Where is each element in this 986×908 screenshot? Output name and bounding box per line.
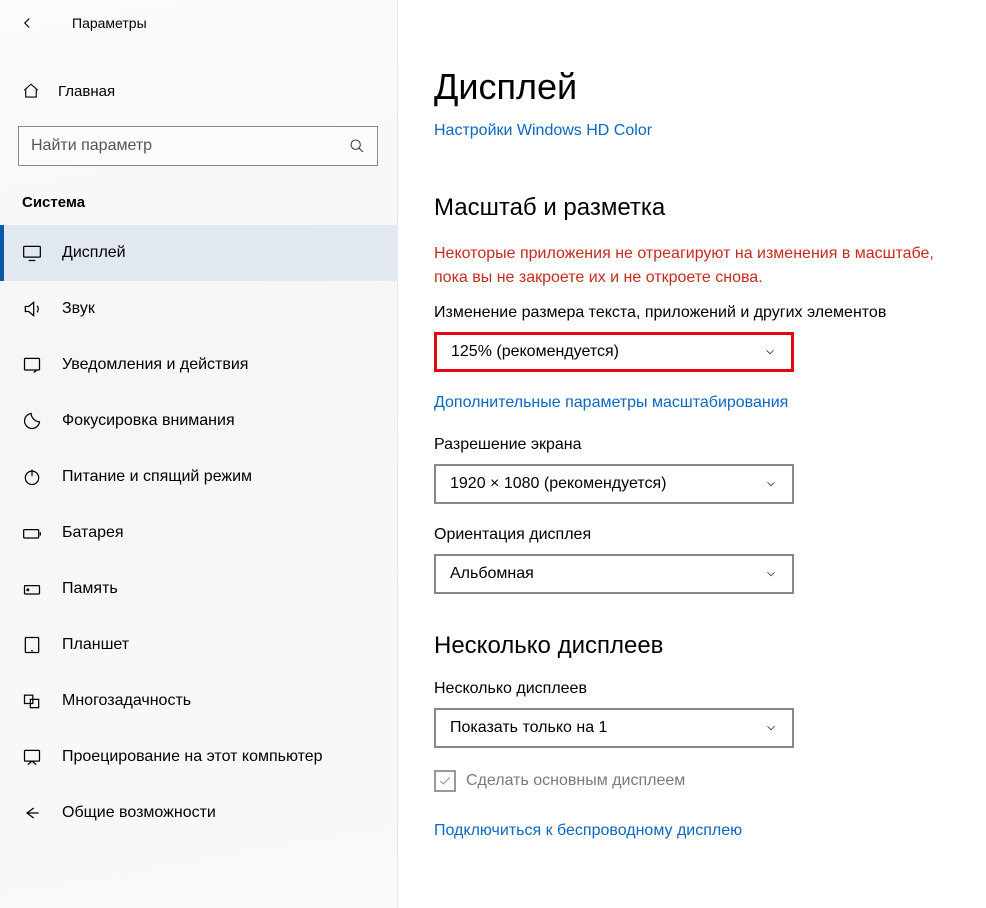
- sidebar: Параметры Главная Система Дисплей Звук У…: [0, 0, 398, 908]
- arrow-left-icon: [18, 14, 36, 32]
- search-wrap: [18, 126, 379, 166]
- advanced-scaling-link[interactable]: Дополнительные параметры масштабирования: [434, 394, 960, 412]
- main-content: Дисплей Настройки Windows HD Color Масшт…: [398, 0, 986, 908]
- sidebar-item-label: Батарея: [62, 524, 124, 542]
- primary-display-label: Сделать основным дисплеем: [466, 772, 685, 790]
- nav-list: Дисплей Звук Уведомления и действия Фоку…: [0, 225, 397, 841]
- sidebar-item-display[interactable]: Дисплей: [0, 225, 397, 281]
- primary-display-checkbox[interactable]: [434, 770, 456, 792]
- orientation-label: Ориентация дисплея: [434, 526, 960, 544]
- multi-displays-label: Несколько дисплеев: [434, 680, 960, 698]
- tablet-icon: [22, 635, 42, 655]
- scale-warning: Некоторые приложения не отреагируют на и…: [434, 242, 960, 290]
- sidebar-item-label: Уведомления и действия: [62, 356, 248, 374]
- wireless-display-link[interactable]: Подключиться к беспроводному дисплею: [434, 822, 960, 840]
- multi-displays-dropdown[interactable]: Показать только на 1: [434, 708, 794, 748]
- sidebar-item-label: Планшет: [62, 636, 129, 654]
- display-icon: [22, 243, 42, 263]
- sidebar-item-notifications[interactable]: Уведомления и действия: [0, 337, 397, 393]
- sidebar-item-label: Общие возможности: [62, 804, 216, 822]
- home-icon: [22, 82, 42, 100]
- storage-icon: [22, 579, 42, 599]
- projecting-icon: [22, 747, 42, 767]
- sidebar-item-tablet[interactable]: Планшет: [0, 617, 397, 673]
- chevron-down-icon: [763, 345, 777, 359]
- page-title: Дисплей: [434, 66, 960, 108]
- sidebar-item-power[interactable]: Питание и спящий режим: [0, 449, 397, 505]
- sidebar-item-projecting[interactable]: Проецирование на этот компьютер: [0, 729, 397, 785]
- sidebar-item-battery[interactable]: Батарея: [0, 505, 397, 561]
- back-button[interactable]: [16, 12, 38, 34]
- sidebar-item-label: Фокусировка внимания: [62, 412, 235, 430]
- resolution-label: Разрешение экрана: [434, 436, 960, 454]
- hd-color-link[interactable]: Настройки Windows HD Color: [434, 122, 960, 140]
- scale-dropdown[interactable]: 125% (рекомендуется): [434, 332, 794, 372]
- scale-section-heading: Масштаб и разметка: [434, 194, 960, 222]
- section-title: Система: [22, 194, 397, 211]
- chevron-down-icon: [764, 567, 778, 581]
- notifications-icon: [22, 355, 42, 375]
- sidebar-item-focus[interactable]: Фокусировка внимания: [0, 393, 397, 449]
- focus-icon: [22, 411, 42, 431]
- resolution-value: 1920 × 1080 (рекомендуется): [450, 475, 666, 493]
- sidebar-item-label: Питание и спящий режим: [62, 468, 252, 486]
- battery-icon: [22, 523, 42, 543]
- scale-value: 125% (рекомендуется): [451, 343, 619, 361]
- sidebar-item-label: Память: [62, 580, 118, 598]
- scale-label: Изменение размера текста, приложений и д…: [434, 304, 960, 322]
- multitasking-icon: [22, 691, 42, 711]
- home-label: Главная: [58, 83, 115, 100]
- search-box[interactable]: [18, 126, 378, 166]
- check-icon: [438, 774, 452, 788]
- orientation-value: Альбомная: [450, 565, 534, 583]
- window-title: Параметры: [72, 15, 147, 31]
- sidebar-item-label: Многозадачность: [62, 692, 191, 710]
- sound-icon: [22, 299, 42, 319]
- orientation-dropdown[interactable]: Альбомная: [434, 554, 794, 594]
- sidebar-item-label: Дисплей: [62, 244, 126, 262]
- chevron-down-icon: [764, 477, 778, 491]
- multi-displays-value: Показать только на 1: [450, 719, 607, 737]
- sidebar-item-sound[interactable]: Звук: [0, 281, 397, 337]
- header: Параметры: [0, 0, 397, 44]
- resolution-dropdown[interactable]: 1920 × 1080 (рекомендуется): [434, 464, 794, 504]
- sidebar-item-multitasking[interactable]: Многозадачность: [0, 673, 397, 729]
- sidebar-item-label: Проецирование на этот компьютер: [62, 748, 323, 766]
- search-input[interactable]: [31, 137, 349, 155]
- sidebar-item-shared[interactable]: Общие возможности: [0, 785, 397, 841]
- shared-icon: [22, 803, 42, 823]
- power-icon: [22, 467, 42, 487]
- sidebar-item-label: Звук: [62, 300, 95, 318]
- sidebar-item-storage[interactable]: Память: [0, 561, 397, 617]
- home-button[interactable]: Главная: [0, 72, 397, 110]
- multi-displays-heading: Несколько дисплеев: [434, 632, 960, 660]
- chevron-down-icon: [764, 721, 778, 735]
- search-icon: [349, 138, 365, 154]
- primary-display-checkbox-row: Сделать основным дисплеем: [434, 770, 960, 792]
